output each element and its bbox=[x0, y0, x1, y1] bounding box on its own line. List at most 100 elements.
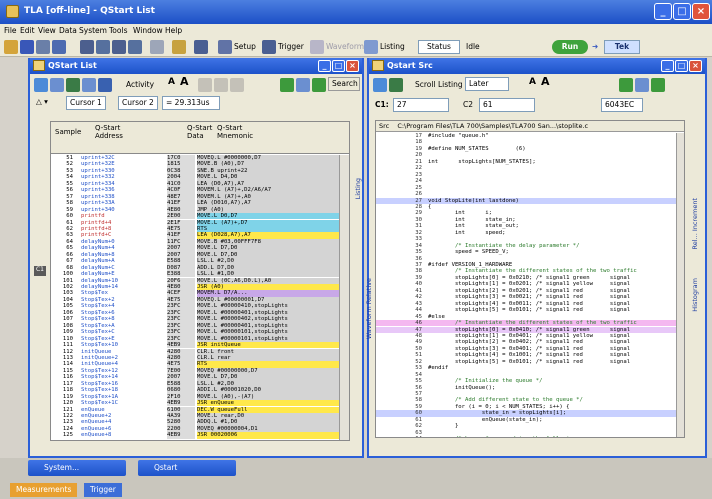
table-icon[interactable] bbox=[80, 40, 94, 54]
table-row[interactable]: 116 Stop$Tex+14 2007 MOVE.L D7,D0 bbox=[51, 374, 339, 381]
source-line[interactable]: 22 bbox=[376, 165, 684, 171]
menu-tools[interactable]: Tools bbox=[109, 26, 127, 35]
source-line[interactable]: 24 bbox=[376, 178, 684, 184]
listing-button[interactable]: Listing bbox=[380, 42, 405, 51]
source-line[interactable]: 35 speed = SPEED_V; bbox=[376, 249, 684, 255]
side-tab-waveform[interactable]: Waveform Relative bbox=[365, 278, 373, 339]
source-line[interactable]: 20 bbox=[376, 152, 684, 158]
source-line[interactable]: 41 stopLights[2] = 0x0201; /* signal1 re… bbox=[376, 288, 684, 294]
source-line[interactable]: 26 bbox=[376, 191, 684, 197]
src-close-button[interactable]: × bbox=[689, 60, 702, 72]
list-tool-4-icon[interactable] bbox=[82, 78, 96, 92]
search-button[interactable]: Search bbox=[328, 77, 360, 91]
list-tool-icon[interactable] bbox=[34, 78, 48, 92]
source-line[interactable]: 33 bbox=[376, 236, 684, 242]
table-row[interactable]: 104 Stop$Tex+2 4E75 MOVEQ.L #00000001,D7 bbox=[51, 296, 339, 304]
source-line[interactable]: 32 int speed; bbox=[376, 230, 684, 236]
binoculars-icon[interactable] bbox=[296, 78, 310, 92]
table-row[interactable]: 121 enQueue 6100 DEC.W queueFull bbox=[51, 406, 339, 413]
tab-measurements[interactable]: Measurements bbox=[10, 483, 78, 497]
source-line[interactable]: 47 stopLights[0] = 0x0410; /* signal1 gr… bbox=[376, 326, 684, 333]
table-row[interactable]: 58 uprint+33A 41EF LEA (D010,A7),A7 bbox=[51, 200, 339, 207]
source-line[interactable]: 31 int state_out; bbox=[376, 223, 684, 229]
help-icon[interactable] bbox=[172, 40, 186, 54]
list-scrollbar[interactable] bbox=[339, 155, 349, 440]
source-line[interactable]: 55 /* Initialize the queue */ bbox=[376, 378, 684, 384]
source-line[interactable]: 56 initQueue(); bbox=[376, 385, 684, 391]
table-row[interactable]: 119 Stop$Tex+1A 2F10 MOVE.L (A0),-(A7) bbox=[51, 393, 339, 401]
table-2-icon[interactable] bbox=[96, 40, 110, 54]
source-line[interactable]: 39 stopLights[0] = 0x0210; /* signal1 gr… bbox=[376, 275, 684, 281]
src-tool-2-icon[interactable] bbox=[389, 78, 403, 92]
setup-button[interactable]: Setup bbox=[234, 42, 256, 51]
table-row[interactable]: 51 uprint+32C 17C0 MOVEQ.L #0000000,D7 bbox=[51, 155, 339, 162]
trigger-icon[interactable] bbox=[262, 40, 276, 54]
src-go-2-icon[interactable] bbox=[651, 78, 665, 92]
task-qstart[interactable]: Qstart bbox=[138, 460, 236, 476]
source-line[interactable]: 49 stopLights[2] = 0x0402; /* signal1 re… bbox=[376, 339, 684, 345]
table-row[interactable]: 108 Stop$Tex+A 23FC MOVE.L #00000401,stopLi… bbox=[51, 322, 339, 330]
source-line[interactable]: 42 stopLights[3] = 0x0021; /* signal1 re… bbox=[376, 294, 684, 300]
menu-view[interactable]: View bbox=[38, 26, 56, 35]
table-row[interactable]: 122 enQueue+2 4A39 MOVE.L rear,D0 bbox=[51, 413, 339, 420]
side-tab-histogram[interactable]: Histogram bbox=[691, 278, 699, 312]
menu-file[interactable]: File bbox=[4, 26, 17, 35]
open-icon[interactable] bbox=[4, 40, 18, 54]
go-icon[interactable] bbox=[280, 78, 294, 92]
source-line[interactable]: 59 for (i = 0; i < NUM_STATES; i++) { bbox=[376, 404, 684, 410]
table-row[interactable]: 114 initQueue+4 4E75 RTS bbox=[51, 361, 339, 368]
source-line[interactable]: 17 #include "queue.h" bbox=[376, 133, 684, 139]
c1-field[interactable]: 27 bbox=[393, 98, 449, 112]
table-row[interactable]: 54 uprint+332 2004 MOVE.L D4,D0 bbox=[51, 174, 339, 181]
list-tool-8-icon[interactable] bbox=[230, 78, 244, 92]
trigger-button[interactable]: Trigger bbox=[278, 42, 304, 51]
list-tool-6-icon[interactable] bbox=[198, 78, 212, 92]
source-line[interactable]: 19 #define NUM_STATES (6) bbox=[376, 146, 684, 152]
table-row[interactable]: 67 delayNum+A E588 LSL.L #2,D0 bbox=[51, 258, 339, 265]
list-tool-2-icon[interactable] bbox=[50, 78, 64, 92]
source-line[interactable]: 25 bbox=[376, 185, 684, 191]
table-4-icon[interactable] bbox=[128, 40, 142, 54]
table-3-icon[interactable] bbox=[112, 40, 126, 54]
table-row[interactable]: 61 printfd+4 2E1F MOVE.L (A7)+,D7 bbox=[51, 219, 339, 226]
task-system[interactable]: System... bbox=[28, 460, 126, 476]
source-line[interactable]: 58 /* Add different state to the queue *… bbox=[376, 397, 684, 403]
list-tool-3-icon[interactable] bbox=[66, 78, 80, 92]
list-tool-5-icon[interactable] bbox=[98, 78, 112, 92]
source-line[interactable]: 34 /* Instantiate the delay parameter */ bbox=[376, 243, 684, 249]
src-scrollbar[interactable] bbox=[676, 133, 684, 437]
source-line[interactable]: 50 stopLights[3] = 0x0401; /* signal1 re… bbox=[376, 346, 684, 352]
save-icon[interactable] bbox=[20, 40, 34, 54]
table-row[interactable]: 106 Stop$Tex+6 23FC MOVE.L #00000401,stopLi… bbox=[51, 309, 339, 317]
source-line[interactable]: 43 stopLights[4] = 0x0011; /* signal1 re… bbox=[376, 301, 684, 307]
source-line[interactable]: 53 #endif bbox=[376, 365, 684, 371]
src-go-icon[interactable] bbox=[619, 78, 633, 92]
table-row[interactable]: 68 delayNum+C D087 ADD.L D7,D0 bbox=[51, 264, 339, 272]
table-row[interactable]: 52 uprint+32E 1815 MOVE.B (A0),D7 bbox=[51, 161, 339, 168]
waveform-icon[interactable] bbox=[310, 40, 324, 54]
src-binoculars-icon[interactable] bbox=[635, 78, 649, 92]
table-row[interactable]: 102 delayNum+14 4E80 JSR (A0) bbox=[51, 284, 339, 291]
table-row[interactable]: 124 enQueue+6 2200 MOVEQ #00000004,D1 bbox=[51, 425, 339, 433]
waveform-button[interactable]: Waveform bbox=[326, 42, 364, 51]
source-line[interactable]: 62 } bbox=[376, 423, 684, 429]
source-line[interactable]: 45 #else bbox=[376, 314, 684, 320]
source-line[interactable]: 48 stopLights[1] = 0x0401; /* signal1 ye… bbox=[376, 333, 684, 339]
menu-data[interactable]: Data bbox=[59, 26, 77, 35]
table-row[interactable]: 64 delayNum+0 11FC MOVE.B #03,00FFF7F8 bbox=[51, 238, 339, 246]
table-row[interactable]: 101 delayNum+10 20F6 MOVE.L (0C,A6,D0.L),A0 bbox=[51, 277, 339, 284]
listing-icon[interactable] bbox=[364, 40, 378, 54]
source-line[interactable]: 52 stopLights[5] = 0x0101; /* signal1 re… bbox=[376, 359, 684, 365]
source-line[interactable]: 37 #ifdef VERSION_1_HARDWARE bbox=[376, 262, 684, 268]
menu-window[interactable]: Window bbox=[133, 26, 163, 35]
go-2-icon[interactable] bbox=[312, 78, 326, 92]
source-line[interactable]: 30 int state_in; bbox=[376, 217, 684, 223]
source-line[interactable]: 46 /* Instantiate the different states o… bbox=[376, 320, 684, 327]
source-line[interactable]: 27 void StopLite(int lastdone) bbox=[376, 197, 684, 204]
table-row[interactable]: 63 printfd+C 41EF LEA (D028,A7),A7 bbox=[51, 232, 339, 239]
marker-c1[interactable]: C1 bbox=[34, 266, 46, 276]
table-row[interactable]: 57 uprint+338 48E7 MOVEM.L (A7)+,A0 bbox=[51, 193, 339, 201]
side-tab-listing[interactable]: Listing bbox=[354, 178, 362, 199]
minimize-button[interactable]: _ bbox=[654, 3, 672, 20]
source-line[interactable]: 29 int i; bbox=[376, 210, 684, 216]
